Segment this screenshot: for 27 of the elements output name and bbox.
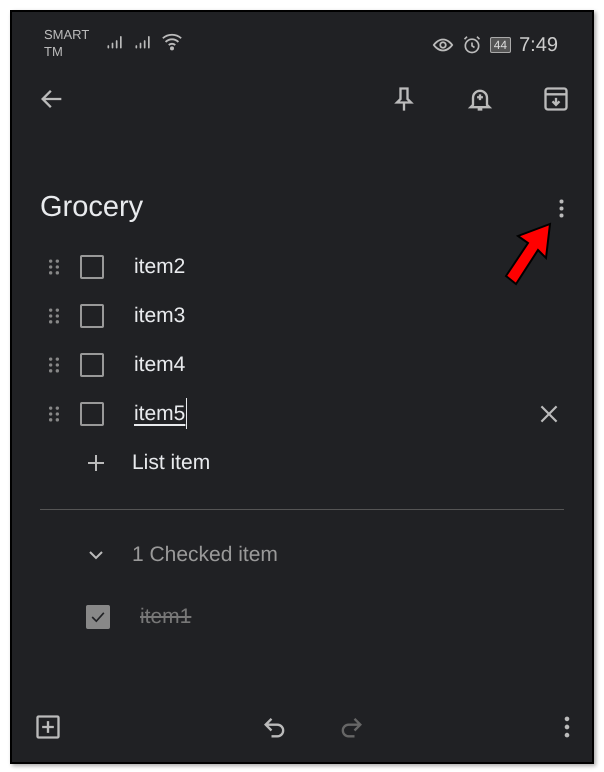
alarm-icon bbox=[462, 35, 482, 55]
carrier-text: SMART bbox=[44, 26, 90, 43]
checkbox[interactable] bbox=[80, 304, 104, 328]
annotation-arrow bbox=[504, 222, 554, 286]
checkbox[interactable] bbox=[86, 605, 110, 629]
list-item-text[interactable]: item2 bbox=[134, 250, 186, 282]
archive-icon bbox=[542, 85, 570, 113]
add-list-item-button[interactable]: List item bbox=[84, 446, 210, 478]
list-item-text[interactable]: item3 bbox=[134, 300, 186, 332]
more-button[interactable] bbox=[564, 716, 570, 738]
plus-box-icon bbox=[34, 713, 62, 741]
list-item-text[interactable]: item1 bbox=[140, 601, 192, 633]
checkbox[interactable] bbox=[80, 352, 104, 376]
battery-level: 44 bbox=[490, 37, 512, 53]
list-item-text[interactable]: item5 bbox=[134, 398, 188, 430]
more-button[interactable] bbox=[559, 198, 564, 218]
carrier-text: TM bbox=[44, 43, 64, 60]
checkbox[interactable] bbox=[80, 254, 104, 278]
checked-items-toggle[interactable]: 1 Checked item bbox=[84, 539, 278, 571]
list-item-text[interactable]: item4 bbox=[134, 348, 186, 380]
more-icon bbox=[564, 716, 570, 738]
note-title: Grocery bbox=[40, 190, 144, 226]
archive-button[interactable] bbox=[542, 85, 570, 113]
checkbox[interactable] bbox=[80, 402, 104, 426]
add-button[interactable] bbox=[34, 713, 62, 741]
status-time: 7:49 bbox=[519, 33, 558, 58]
more-icon bbox=[559, 198, 564, 218]
